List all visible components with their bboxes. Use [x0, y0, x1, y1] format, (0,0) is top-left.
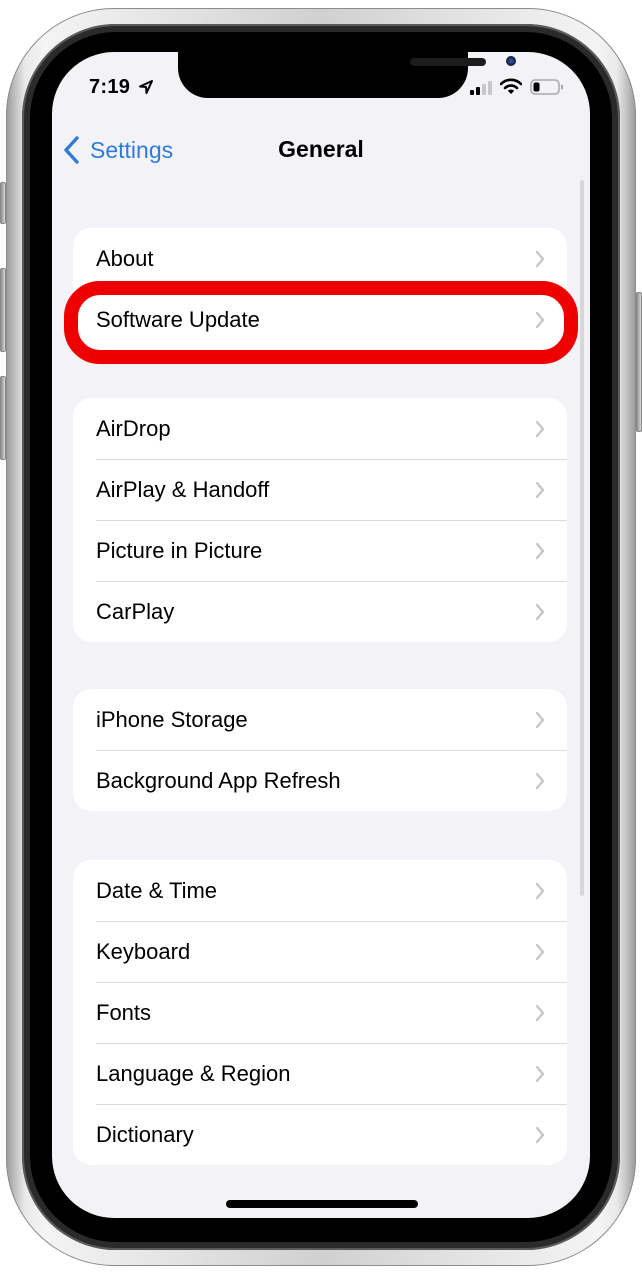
home-indicator[interactable]	[226, 1200, 418, 1208]
chevron-right-icon	[535, 1126, 545, 1143]
row-software-update[interactable]: Software Update	[73, 289, 567, 350]
notch	[178, 52, 516, 98]
row-dictionary[interactable]: Dictionary	[73, 1104, 567, 1165]
row-label: AirDrop	[96, 415, 171, 441]
battery-icon	[530, 79, 563, 95]
chevron-right-icon	[535, 542, 545, 559]
chevron-right-icon	[535, 772, 545, 789]
row-label: Software Update	[96, 306, 260, 332]
settings-group-about: About Software Update	[73, 228, 567, 350]
cellular-signal-icon	[470, 81, 492, 95]
chevron-right-icon	[535, 420, 545, 437]
side-button	[636, 292, 642, 432]
row-carplay[interactable]: CarPlay	[73, 581, 567, 642]
settings-group-connectivity: AirDrop AirPlay & Handoff Picture in Pic…	[73, 398, 567, 642]
row-label: Date & Time	[96, 877, 218, 903]
chevron-right-icon	[535, 603, 545, 620]
status-time: 7:19	[89, 76, 131, 98]
front-camera	[506, 56, 516, 66]
row-label: Fonts	[96, 999, 152, 1025]
chevron-right-icon	[535, 1004, 545, 1021]
row-label: CarPlay	[96, 598, 175, 624]
row-label: Keyboard	[96, 938, 191, 964]
screenshot-stage: 7:19 Settings General About Software Upd…	[0, 0, 642, 1274]
row-label: About	[96, 245, 154, 271]
row-label: Dictionary	[96, 1121, 194, 1147]
scrollbar[interactable]	[580, 180, 584, 896]
chevron-right-icon	[535, 311, 545, 328]
volume-down-button	[0, 376, 6, 460]
chevron-right-icon	[535, 943, 545, 960]
row-date-time[interactable]: Date & Time	[73, 860, 567, 921]
row-airplay-handoff[interactable]: AirPlay & Handoff	[73, 459, 567, 520]
chevron-right-icon	[535, 711, 545, 728]
location-arrow-icon	[139, 80, 153, 94]
row-about[interactable]: About	[73, 228, 567, 289]
chevron-right-icon	[535, 1065, 545, 1082]
chevron-right-icon	[535, 882, 545, 899]
page-title: General	[278, 136, 364, 162]
phone-screen: 7:19 Settings General About Software Upd…	[52, 52, 590, 1218]
settings-group-locale: Date & Time Keyboard Fonts Language & Re…	[73, 860, 567, 1165]
settings-group-storage: iPhone Storage Background App Refresh	[73, 689, 567, 811]
row-label: Picture in Picture	[96, 537, 263, 563]
wifi-icon	[500, 78, 522, 94]
row-language-region[interactable]: Language & Region	[73, 1043, 567, 1104]
row-background-app-refresh[interactable]: Background App Refresh	[73, 750, 567, 811]
earpiece-speaker	[410, 58, 486, 66]
row-label: iPhone Storage	[96, 706, 248, 732]
row-label: Background App Refresh	[96, 767, 341, 793]
row-keyboard[interactable]: Keyboard	[73, 921, 567, 982]
silent-switch	[0, 182, 6, 224]
row-label: Language & Region	[96, 1060, 291, 1086]
chevron-right-icon	[535, 481, 545, 498]
chevron-right-icon	[535, 250, 545, 267]
row-picture-in-picture[interactable]: Picture in Picture	[73, 520, 567, 581]
row-label: AirPlay & Handoff	[96, 476, 270, 502]
volume-up-button	[0, 268, 6, 352]
row-fonts[interactable]: Fonts	[73, 982, 567, 1043]
row-iphone-storage[interactable]: iPhone Storage	[73, 689, 567, 750]
row-airdrop[interactable]: AirDrop	[73, 398, 567, 459]
